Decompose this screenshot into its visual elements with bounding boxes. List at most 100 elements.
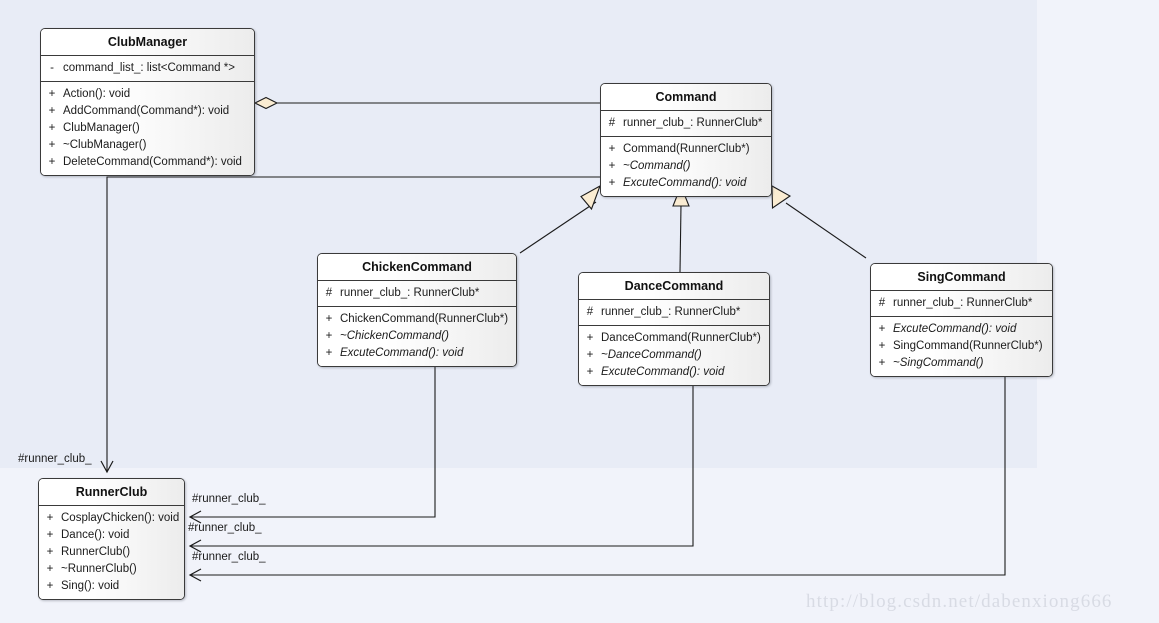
class-member-row: + AddCommand(Command*): void [41,103,254,120]
member-visibility: + [878,340,886,352]
class-member-row: + ClubManager() [41,120,254,137]
class-box-runnerclub[interactable]: RunnerClub + CosplayChicken(): void + Dance… [38,478,185,600]
member-visibility: - [50,62,54,74]
member-visibility: + [586,366,594,378]
member-visibility: + [48,88,56,100]
member-signature: ~SingCommand() [893,357,984,369]
member-visibility: + [48,105,56,117]
canvas-panel-right [1037,0,1159,623]
class-member-row: + CosplayChicken(): void [39,510,184,527]
class-member-row: + ChickenCommand(RunnerClub*) [318,311,516,328]
class-title-command: Command [601,84,771,111]
member-visibility: + [586,332,594,344]
member-visibility: + [48,122,56,134]
class-title-singcommand: SingCommand [871,264,1052,291]
class-member-row: + DeleteCommand(Command*): void [41,154,254,171]
edge-label-singcommand-runnerclub: #runner_club_ [192,551,266,563]
member-visibility: + [878,323,886,335]
class-box-clubmanager[interactable]: ClubManager - command_list_: list<Command… [40,28,255,176]
member-signature: ExcuteCommand(): void [623,177,747,189]
class-member-row: # runner_club_: RunnerClub* [871,295,1052,312]
member-signature: ~Command() [623,160,691,172]
member-signature: ChickenCommand(RunnerClub*) [340,313,509,325]
member-visibility: + [878,357,886,369]
member-signature: Action(): void [63,88,131,100]
attributes-compartment-singcommand: # runner_club_: RunnerClub* [871,291,1052,316]
class-member-row: + ~ChickenCommand() [318,328,516,345]
member-visibility: + [586,349,594,361]
member-signature: CosplayChicken(): void [61,512,180,524]
edge-label-command-runnerclub: #runner_club_ [18,453,92,465]
class-box-dancecommand[interactable]: DanceCommand # runner_club_: RunnerClub* … [578,272,770,386]
member-signature: AddCommand(Command*): void [63,105,230,117]
diagram-canvas: RunnerClub (left routed, enters top of R… [0,0,1159,623]
member-signature: ExcuteCommand(): void [601,366,725,378]
class-member-row: + DanceCommand(RunnerClub*) [579,330,769,347]
member-signature: DeleteCommand(Command*): void [63,156,242,168]
class-member-row: + ~DanceCommand() [579,347,769,364]
edge-label-dancecommand-runnerclub: #runner_club_ [188,522,262,534]
member-signature: Sing(): void [61,580,120,592]
class-box-chickencommand[interactable]: ChickenCommand # runner_club_: RunnerClub… [317,253,517,367]
member-signature: ~RunnerClub() [61,563,137,575]
class-member-row: # runner_club_: RunnerClub* [579,304,769,321]
attributes-compartment-command: # runner_club_: RunnerClub* [601,111,771,136]
member-visibility: + [46,546,54,558]
member-signature: runner_club_: RunnerClub* [340,287,480,299]
member-visibility: + [48,139,56,151]
member-signature: RunnerClub() [61,546,131,558]
watermark-text: http://blog.csdn.net/dabenxiong666 [806,591,1113,612]
member-signature: ExcuteCommand(): void [893,323,1017,335]
class-member-row: + ExcuteCommand(): void [871,321,1052,338]
class-member-row: + ExcuteCommand(): void [601,175,771,192]
member-visibility: # [608,117,616,129]
class-member-row: + ExcuteCommand(): void [318,345,516,362]
class-title-dancecommand: DanceCommand [579,273,769,300]
class-member-row: + ExcuteCommand(): void [579,364,769,381]
member-visibility: + [325,347,333,359]
operations-compartment-singcommand: + ExcuteCommand(): void + SingCommand(Runne… [871,316,1052,376]
member-signature: DanceCommand(RunnerClub*) [601,332,761,344]
attributes-compartment-clubmanager: - command_list_: list<Command *> [41,56,254,81]
class-title-clubmanager: ClubManager [41,29,254,56]
member-signature: command_list_: list<Command *> [63,62,235,74]
class-member-row: + Sing(): void [39,578,184,595]
member-signature: ~ClubManager() [63,139,147,151]
edge-generalization-singcommand-command [771,185,867,259]
member-visibility: + [46,580,54,592]
member-signature: runner_club_: RunnerClub* [893,297,1033,309]
member-visibility: + [325,313,333,325]
member-signature: Command(RunnerClub*) [623,143,750,155]
class-member-row: # runner_club_: RunnerClub* [318,285,516,302]
edge-generalization-dancecommand-command [672,184,690,273]
class-title-runnerclub: RunnerClub [39,479,184,506]
member-signature: ClubManager() [63,122,140,134]
member-visibility: # [878,297,886,309]
class-member-row: + ~SingCommand() [871,355,1052,372]
class-box-singcommand[interactable]: SingCommand # runner_club_: RunnerClub* +… [870,263,1053,377]
member-visibility: + [46,512,54,524]
class-member-row: + Command(RunnerClub*) [601,141,771,158]
member-signature: Dance(): void [61,529,130,541]
class-box-command[interactable]: Command # runner_club_: RunnerClub* + Comm… [600,83,772,197]
class-member-row: + SingCommand(RunnerClub*) [871,338,1052,355]
member-visibility: + [48,156,56,168]
operations-compartment-runnerclub: + CosplayChicken(): void + Dance(): void + Ru… [39,506,184,599]
operations-compartment-chickencommand: + ChickenCommand(RunnerClub*) + ~ChickenCom… [318,306,516,366]
member-signature: ExcuteCommand(): void [340,347,464,359]
class-member-row: + RunnerClub() [39,544,184,561]
edge-aggregation-clubmanager-command [253,96,600,110]
class-member-row: + ~RunnerClub() [39,561,184,578]
attributes-compartment-dancecommand: # runner_club_: RunnerClub* [579,300,769,325]
member-visibility: # [586,306,594,318]
class-member-row: + ~ClubManager() [41,137,254,154]
aggregation-diamond-marker [253,96,279,110]
member-visibility: + [608,143,616,155]
member-signature: runner_club_: RunnerClub* [623,117,763,129]
class-member-row: + Dance(): void [39,527,184,544]
class-title-chickencommand: ChickenCommand [318,254,516,281]
member-visibility: + [46,529,54,541]
member-signature: runner_club_: RunnerClub* [601,306,741,318]
member-visibility: + [46,563,54,575]
member-visibility: + [608,160,616,172]
